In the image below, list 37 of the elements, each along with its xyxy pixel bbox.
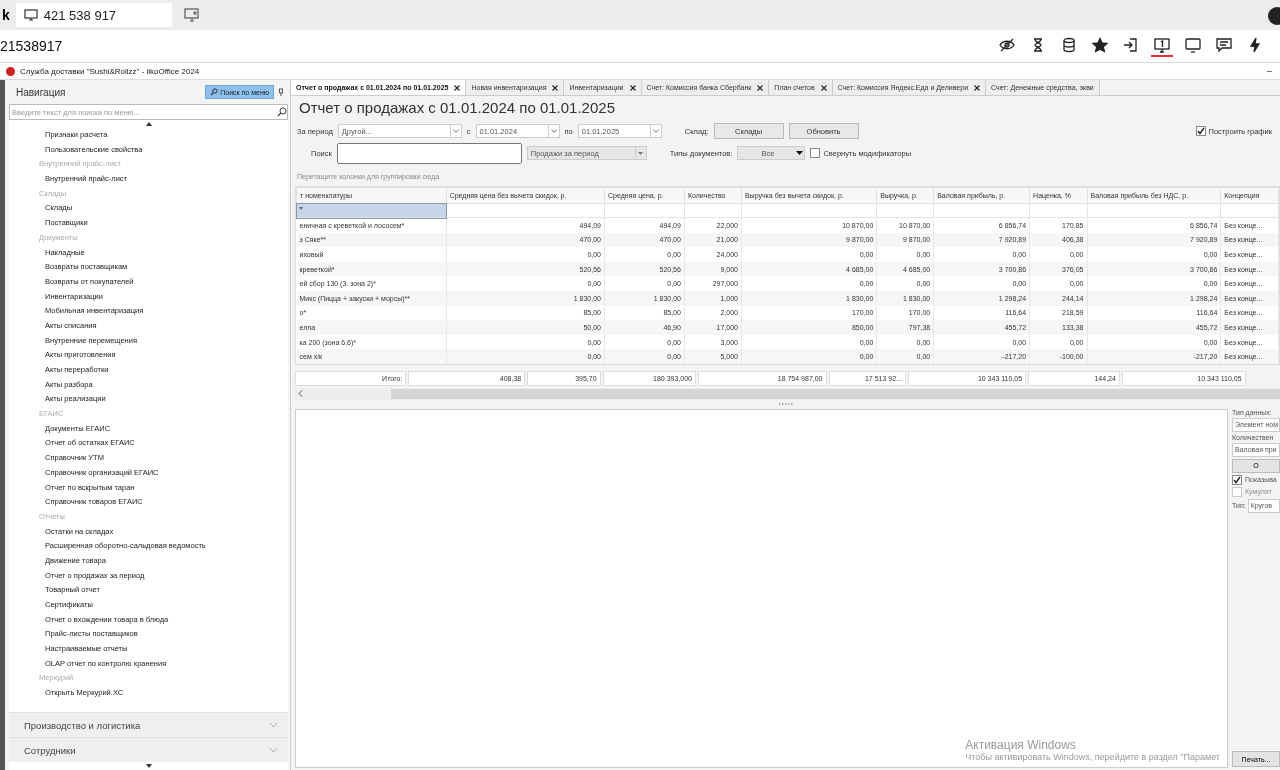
screen-one-icon[interactable]: [1151, 35, 1173, 57]
close-icon[interactable]: [629, 84, 636, 91]
chevron-down-icon: [550, 129, 557, 133]
activation-message: Чтобы активировать Windows, перейдите в раздел "Парамет: [965, 752, 1220, 762]
caret-down-icon: [795, 151, 803, 155]
filter-row-marker-icon: [299, 207, 303, 210]
chevron-down-icon: [452, 129, 459, 133]
search-icon: [210, 88, 219, 96]
monitor-icon: [23, 9, 38, 21]
search-field[interactable]: [336, 142, 522, 164]
add-screen-icon[interactable]: [183, 8, 200, 22]
report-title: Отчет о продажах с 01.01.2024 по 01.01.2025: [298, 98, 616, 118]
close-icon[interactable]: [757, 84, 764, 91]
session-id-field[interactable]: 421 538 917: [15, 3, 172, 27]
pin-icon[interactable]: [278, 88, 284, 96]
connection-prefix: k: [2, 7, 10, 23]
navigation-title: Навигация: [16, 86, 67, 98]
window-title: Служба доставки "Sushi&Rollzz" - iikoOffice 2024: [20, 66, 200, 76]
activation-title: Активация Windows: [965, 738, 1077, 752]
search-icon: [277, 107, 287, 117]
host-id: 21538917: [0, 38, 63, 54]
checkmark-icon: [1233, 475, 1241, 484]
minimize-button[interactable]: –: [1267, 66, 1280, 76]
scroll-down-icon[interactable]: [145, 764, 152, 768]
checkmark-icon: [1196, 127, 1205, 135]
app-logo-icon: [6, 66, 15, 76]
close-icon[interactable]: [552, 84, 559, 91]
scroll-up-icon[interactable]: [145, 122, 152, 126]
horizontal-scrollbar[interactable]: [295, 387, 1280, 400]
chevron-down-icon: [652, 129, 659, 133]
close-icon[interactable]: [454, 84, 461, 91]
caret-down-icon: [638, 151, 644, 155]
nav-section[interactable]: Производство и логистика: [9, 712, 288, 737]
close-icon[interactable]: [820, 84, 827, 91]
close-icon[interactable]: [974, 84, 981, 91]
splitter-grip-icon[interactable]: [778, 403, 793, 406]
nav-section[interactable]: Сотрудники: [9, 737, 288, 762]
